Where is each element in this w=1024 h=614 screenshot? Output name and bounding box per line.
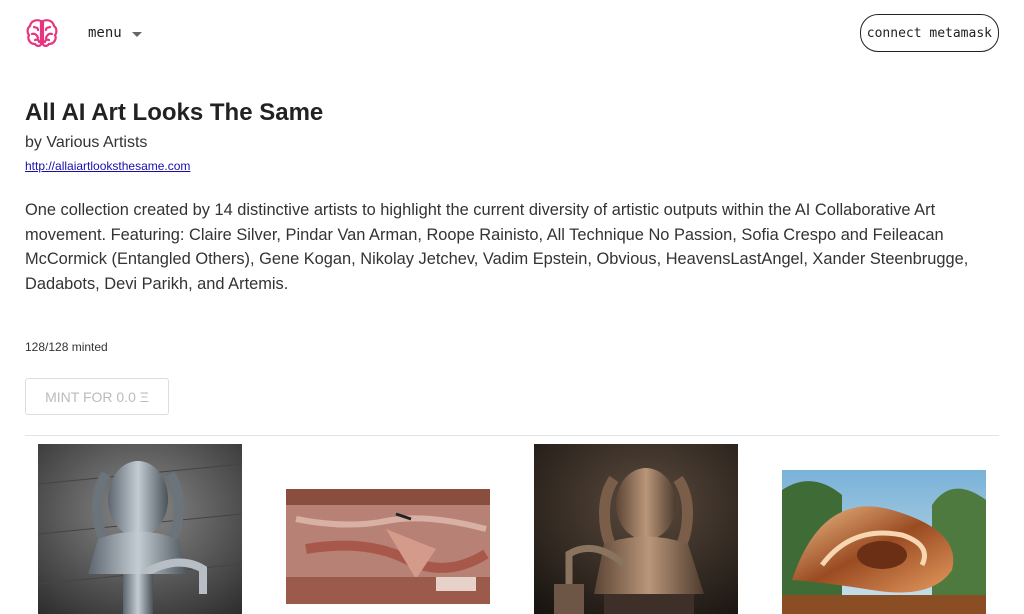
artwork-thumbnail[interactable] <box>38 444 242 614</box>
artist-byline: by Various Artists <box>25 134 148 151</box>
artwork-thumbnail[interactable] <box>286 489 490 604</box>
collection-website-link[interactable]: http://allaiartlooksthesame.com <box>25 159 190 173</box>
page-title: All AI Art Looks The Same <box>25 99 324 126</box>
page: menu connect metamask All AI Art Looks T… <box>0 0 1024 614</box>
artwork-thumbnail[interactable] <box>534 444 738 614</box>
divider <box>25 435 999 436</box>
artwork-thumbnail[interactable] <box>782 470 986 614</box>
chevron-down-icon <box>131 31 142 37</box>
menu-label: menu <box>88 25 122 41</box>
connect-metamask-button[interactable]: connect metamask <box>859 14 999 52</box>
menu-dropdown[interactable]: menu <box>88 25 142 41</box>
minted-count: 128/128 minted <box>25 340 108 354</box>
collection-description: One collection created by 14 distinctive… <box>25 201 969 293</box>
mint-button[interactable]: MINT FOR 0.0 Ξ <box>25 378 169 415</box>
brain-icon[interactable] <box>26 17 58 49</box>
